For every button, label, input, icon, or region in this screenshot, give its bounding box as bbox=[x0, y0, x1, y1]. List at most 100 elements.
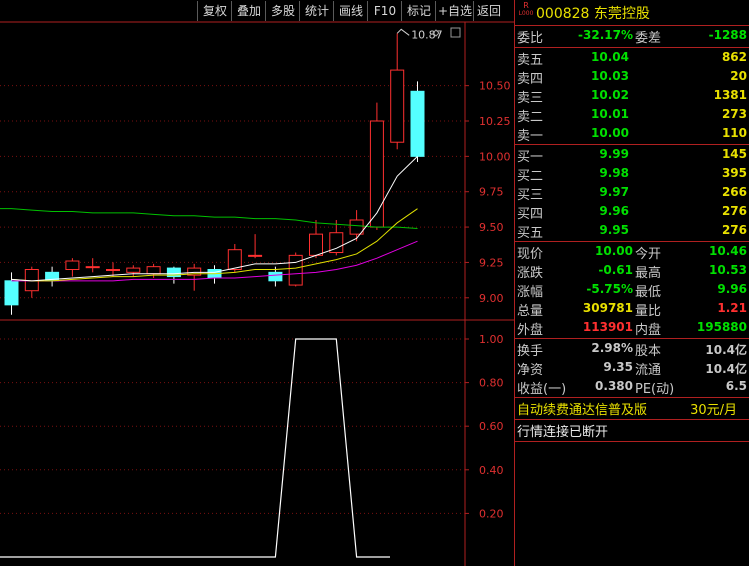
candle-body bbox=[390, 69, 405, 143]
level-volume: 395 bbox=[721, 166, 747, 180]
level-label: 买四 bbox=[517, 207, 544, 222]
candle-body bbox=[288, 254, 303, 286]
level-label: 买五 bbox=[517, 226, 544, 241]
level-volume: 862 bbox=[721, 50, 747, 64]
buy-level-4[interactable]: 买四 9.96 276 bbox=[515, 203, 749, 222]
quote-row-4[interactable]: 外盘 113901 内盘 195880 bbox=[515, 319, 749, 338]
level-volume: 276 bbox=[721, 223, 747, 237]
row-label-2: PE(动) bbox=[635, 382, 675, 397]
indicator-series bbox=[0, 338, 390, 558]
row-value: 9.35 bbox=[603, 360, 633, 374]
level-volume: 20 bbox=[730, 69, 747, 83]
level-price: 10.02 bbox=[591, 88, 629, 102]
row-label-2: 最高 bbox=[635, 266, 662, 281]
indicator-tick-label: 0.40 bbox=[479, 464, 504, 477]
level-label: 卖三 bbox=[517, 91, 544, 106]
quote-row-3[interactable]: 总量 309781 量比 1.21 bbox=[515, 300, 749, 319]
row-label-2: 内盘 bbox=[635, 323, 662, 338]
row-label: 涨跌 bbox=[517, 266, 544, 281]
row-value-2: 10.4亿 bbox=[705, 362, 747, 376]
candle-body bbox=[227, 249, 242, 270]
panel-divider bbox=[514, 0, 515, 566]
row-value-2: 10.4亿 bbox=[705, 343, 747, 357]
level-volume: 110 bbox=[721, 126, 747, 140]
indicator-line bbox=[0, 338, 390, 558]
quote-panel: R L000 000828 东莞控股 委比 -32.17% 委差 -1288 卖五… bbox=[515, 0, 749, 566]
fin-row-0[interactable]: 换手 2.98% 股本 10.4亿 bbox=[515, 340, 749, 359]
stock-code: 000828 bbox=[536, 6, 590, 22]
indicator-tick-label: 0.80 bbox=[479, 377, 504, 390]
price-tick-label: 9.25 bbox=[479, 256, 504, 269]
sell-level-2[interactable]: 卖二 10.01 273 bbox=[515, 106, 749, 125]
stock-name: 东莞控股 bbox=[593, 6, 650, 22]
level-label: 买三 bbox=[517, 188, 544, 203]
level-price: 9.96 bbox=[599, 204, 629, 218]
level-volume: 145 bbox=[721, 147, 747, 161]
level-volume: 276 bbox=[721, 204, 747, 218]
row-label-2: 量比 bbox=[635, 304, 662, 319]
row-label: 总量 bbox=[517, 304, 544, 319]
connection-status: 行情连接已断开 bbox=[517, 425, 609, 440]
row-label: 现价 bbox=[517, 247, 544, 262]
candle-body bbox=[146, 266, 161, 275]
row-value: 10.00 bbox=[595, 244, 633, 258]
row-value-2: 10.46 bbox=[709, 244, 747, 258]
ad-row[interactable]: 自动续费通达信普及版 30元/月 bbox=[515, 399, 749, 418]
candle-body bbox=[410, 90, 425, 157]
candle-body bbox=[268, 271, 283, 282]
market-badge: R L000 bbox=[518, 1, 534, 18]
high-price-arrow bbox=[396, 28, 410, 36]
row-label: 收益(一) bbox=[517, 382, 567, 397]
level-price: 10.03 bbox=[591, 69, 629, 83]
row-label: 净资 bbox=[517, 363, 544, 378]
indicator-axis-labels: 1.00 0.80 0.60 0.40 0.20 bbox=[479, 333, 504, 520]
level-label: 卖一 bbox=[517, 129, 544, 144]
row-value: 113901 bbox=[582, 320, 633, 334]
level-volume: 273 bbox=[721, 107, 747, 121]
row-value-2: 6.5 bbox=[725, 379, 747, 393]
candle-body bbox=[248, 254, 263, 257]
fin-row-2[interactable]: 收益(一) 0.380 PE(动) 6.5 bbox=[515, 378, 749, 397]
row-value-2: 1.21 bbox=[717, 301, 747, 315]
indicator-tick-label: 1.00 bbox=[479, 333, 504, 346]
row-value: -5.75% bbox=[586, 282, 633, 296]
buy-level-5[interactable]: 买五 9.95 276 bbox=[515, 222, 749, 241]
candle-body bbox=[369, 120, 384, 228]
buy-level-1[interactable]: 买一 9.99 145 bbox=[515, 146, 749, 165]
sell-level-4[interactable]: 卖四 10.03 20 bbox=[515, 68, 749, 87]
row-value: -0.61 bbox=[598, 263, 633, 277]
level-price: 9.97 bbox=[599, 185, 629, 199]
buy-level-3[interactable]: 买三 9.97 266 bbox=[515, 184, 749, 203]
price-tick-label: 9.50 bbox=[479, 221, 504, 234]
level-price: 9.95 bbox=[599, 223, 629, 237]
level-volume: 1381 bbox=[713, 88, 747, 102]
row-label-2: 今开 bbox=[635, 247, 662, 262]
quote-row-2[interactable]: 涨幅 -5.75% 最低 9.96 bbox=[515, 281, 749, 300]
row-label-2: 股本 bbox=[635, 344, 662, 359]
candle-body bbox=[4, 280, 19, 306]
row-label: 换手 bbox=[517, 344, 544, 359]
sell-level-5[interactable]: 卖五 10.04 862 bbox=[515, 49, 749, 68]
quote-row-1[interactable]: 涨跌 -0.61 最高 10.53 bbox=[515, 262, 749, 281]
stock-title: 000828 东莞控股 bbox=[536, 3, 650, 23]
price-tick-label: 10.00 bbox=[479, 150, 511, 163]
buy-level-2[interactable]: 买二 9.98 395 bbox=[515, 165, 749, 184]
indicator-tick-label: 0.60 bbox=[479, 420, 504, 433]
weibi-row: 委比 -32.17% 委差 -1288 bbox=[517, 28, 747, 46]
sell-level-3[interactable]: 卖三 10.02 1381 bbox=[515, 87, 749, 106]
quote-row-0[interactable]: 现价 10.00 今开 10.46 bbox=[515, 243, 749, 262]
level-price: 10.00 bbox=[591, 126, 629, 140]
level-price: 9.98 bbox=[599, 166, 629, 180]
sell-level-1[interactable]: 卖一 10.00 110 bbox=[515, 125, 749, 144]
level-volume: 266 bbox=[721, 185, 747, 199]
candle-body bbox=[65, 260, 80, 270]
chart-area[interactable]: 10.50 10.25 10.00 9.75 9.50 9.25 9.00 1.00 0.80… bbox=[0, 0, 514, 566]
row-value: 309781 bbox=[582, 301, 633, 315]
price-tick-label: 10.25 bbox=[479, 115, 511, 128]
panel-toggle-icon[interactable] bbox=[450, 27, 461, 38]
price-tick-label: 9.75 bbox=[479, 186, 504, 199]
fin-row-1[interactable]: 净资 9.35 流通 10.4亿 bbox=[515, 359, 749, 378]
candle-body bbox=[126, 267, 141, 273]
level-label: 卖二 bbox=[517, 110, 544, 125]
ma-green-line bbox=[0, 208, 418, 229]
